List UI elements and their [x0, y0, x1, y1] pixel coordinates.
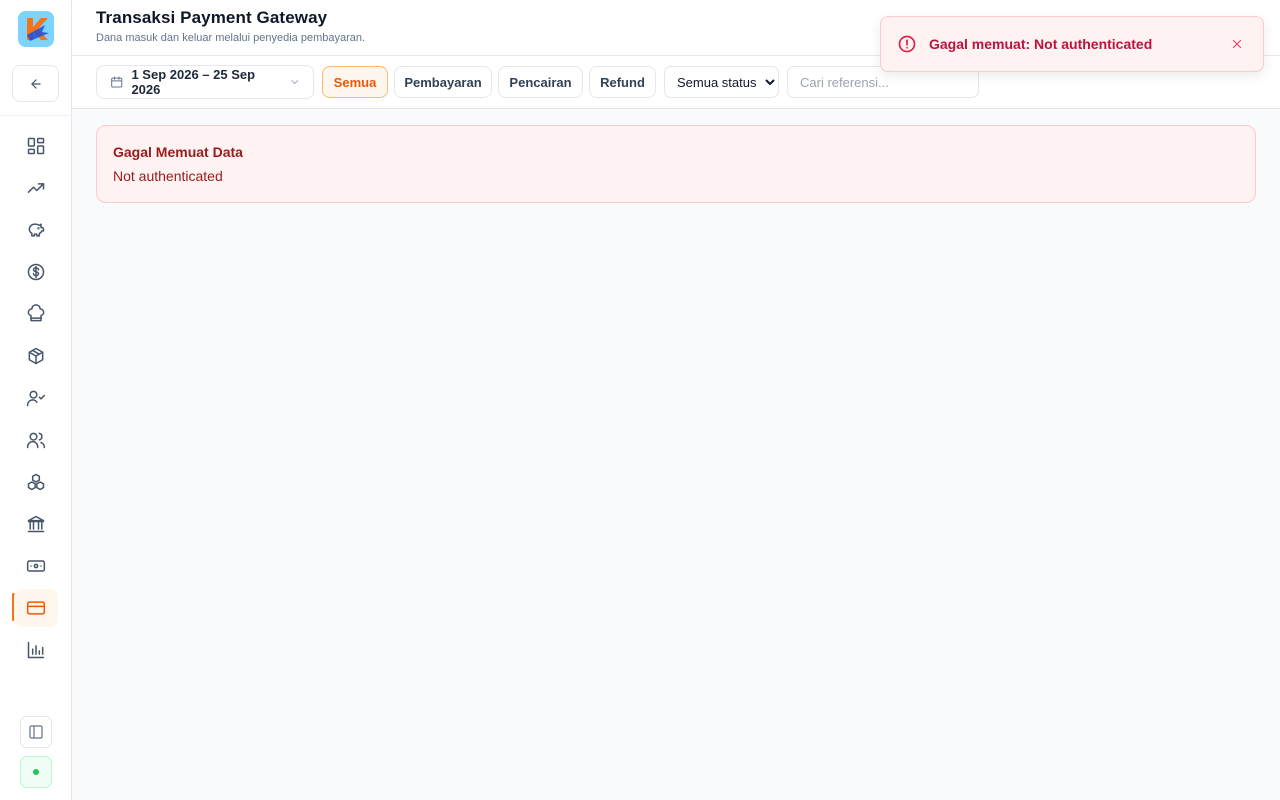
piggy-bank-icon: [28, 223, 45, 237]
toast-close-button[interactable]: [1229, 36, 1245, 52]
sidebar-item-reports[interactable]: [14, 631, 58, 669]
page-title: Transaksi Payment Gateway: [96, 8, 328, 27]
package-icon: [28, 347, 44, 365]
sidebar-item-trends[interactable]: [14, 169, 58, 207]
error-alert: Gagal Memuat Data Not authenticated: [96, 125, 1256, 203]
sidebar-divider: [0, 115, 72, 116]
chevron-down-icon: [291, 80, 299, 84]
users-icon: [26, 432, 46, 449]
sidebar-item-cash[interactable]: [14, 547, 58, 585]
bank-icon: [27, 515, 45, 533]
alert-circle-icon: [898, 35, 916, 53]
toast-message: Gagal memuat: Not authenticated: [929, 36, 1153, 52]
banknote-icon: [26, 560, 46, 572]
sidebar-item-savings[interactable]: [14, 211, 58, 249]
chef-hat-icon: [27, 304, 45, 322]
connection-status-button[interactable]: [20, 756, 52, 788]
date-range-picker[interactable]: 1 Sep 2026 – 25 Sep 2026: [96, 65, 314, 99]
arrow-left-icon: [30, 78, 41, 89]
user-check-icon: [26, 390, 46, 407]
error-title: Gagal Memuat Data: [113, 144, 243, 160]
sidebar: [0, 0, 72, 800]
filter-chip-payment[interactable]: Pembayaran: [394, 66, 492, 98]
credit-card-icon: [26, 601, 46, 615]
sidebar-item-users[interactable]: [14, 421, 58, 459]
error-toast: Gagal memuat: Not authenticated: [880, 16, 1264, 72]
sidebar-item-finance[interactable]: [14, 253, 58, 291]
sidebar-item-kitchen[interactable]: [14, 295, 58, 333]
close-icon: [1232, 39, 1242, 49]
date-range-label: 1 Sep 2026 – 25 Sep 2026: [131, 67, 256, 97]
filter-chip-payout[interactable]: Pencairan: [498, 66, 583, 98]
boxes-icon: [27, 473, 45, 491]
sidebar-item-attendance[interactable]: [14, 379, 58, 417]
filter-chip-all[interactable]: Semua: [322, 66, 388, 98]
toggle-panel-button[interactable]: [20, 716, 52, 748]
bar-chart-icon: [27, 641, 45, 659]
trending-up-icon: [27, 183, 45, 193]
sidebar-item-bank[interactable]: [14, 505, 58, 543]
filter-chip-refund[interactable]: Refund: [589, 66, 656, 98]
page-subtitle: Dana masuk dan keluar melalui penyedia p…: [96, 32, 366, 44]
sidebar-item-products[interactable]: [14, 337, 58, 375]
collapse-back-button[interactable]: [12, 65, 59, 102]
sidebar-item-inventory[interactable]: [14, 463, 58, 501]
error-message: Not authenticated: [113, 168, 223, 184]
calendar-icon: [111, 76, 123, 88]
sidebar-item-dashboard[interactable]: [14, 127, 58, 165]
status-select[interactable]: Semua status: [664, 66, 779, 98]
panel-left-icon: [29, 725, 43, 739]
sidebar-item-payment-gateway[interactable]: [14, 589, 58, 627]
dashboard-icon: [27, 137, 45, 155]
app-logo[interactable]: [18, 11, 54, 47]
online-status-dot: [33, 769, 39, 775]
dollar-circle-icon: [27, 263, 45, 281]
